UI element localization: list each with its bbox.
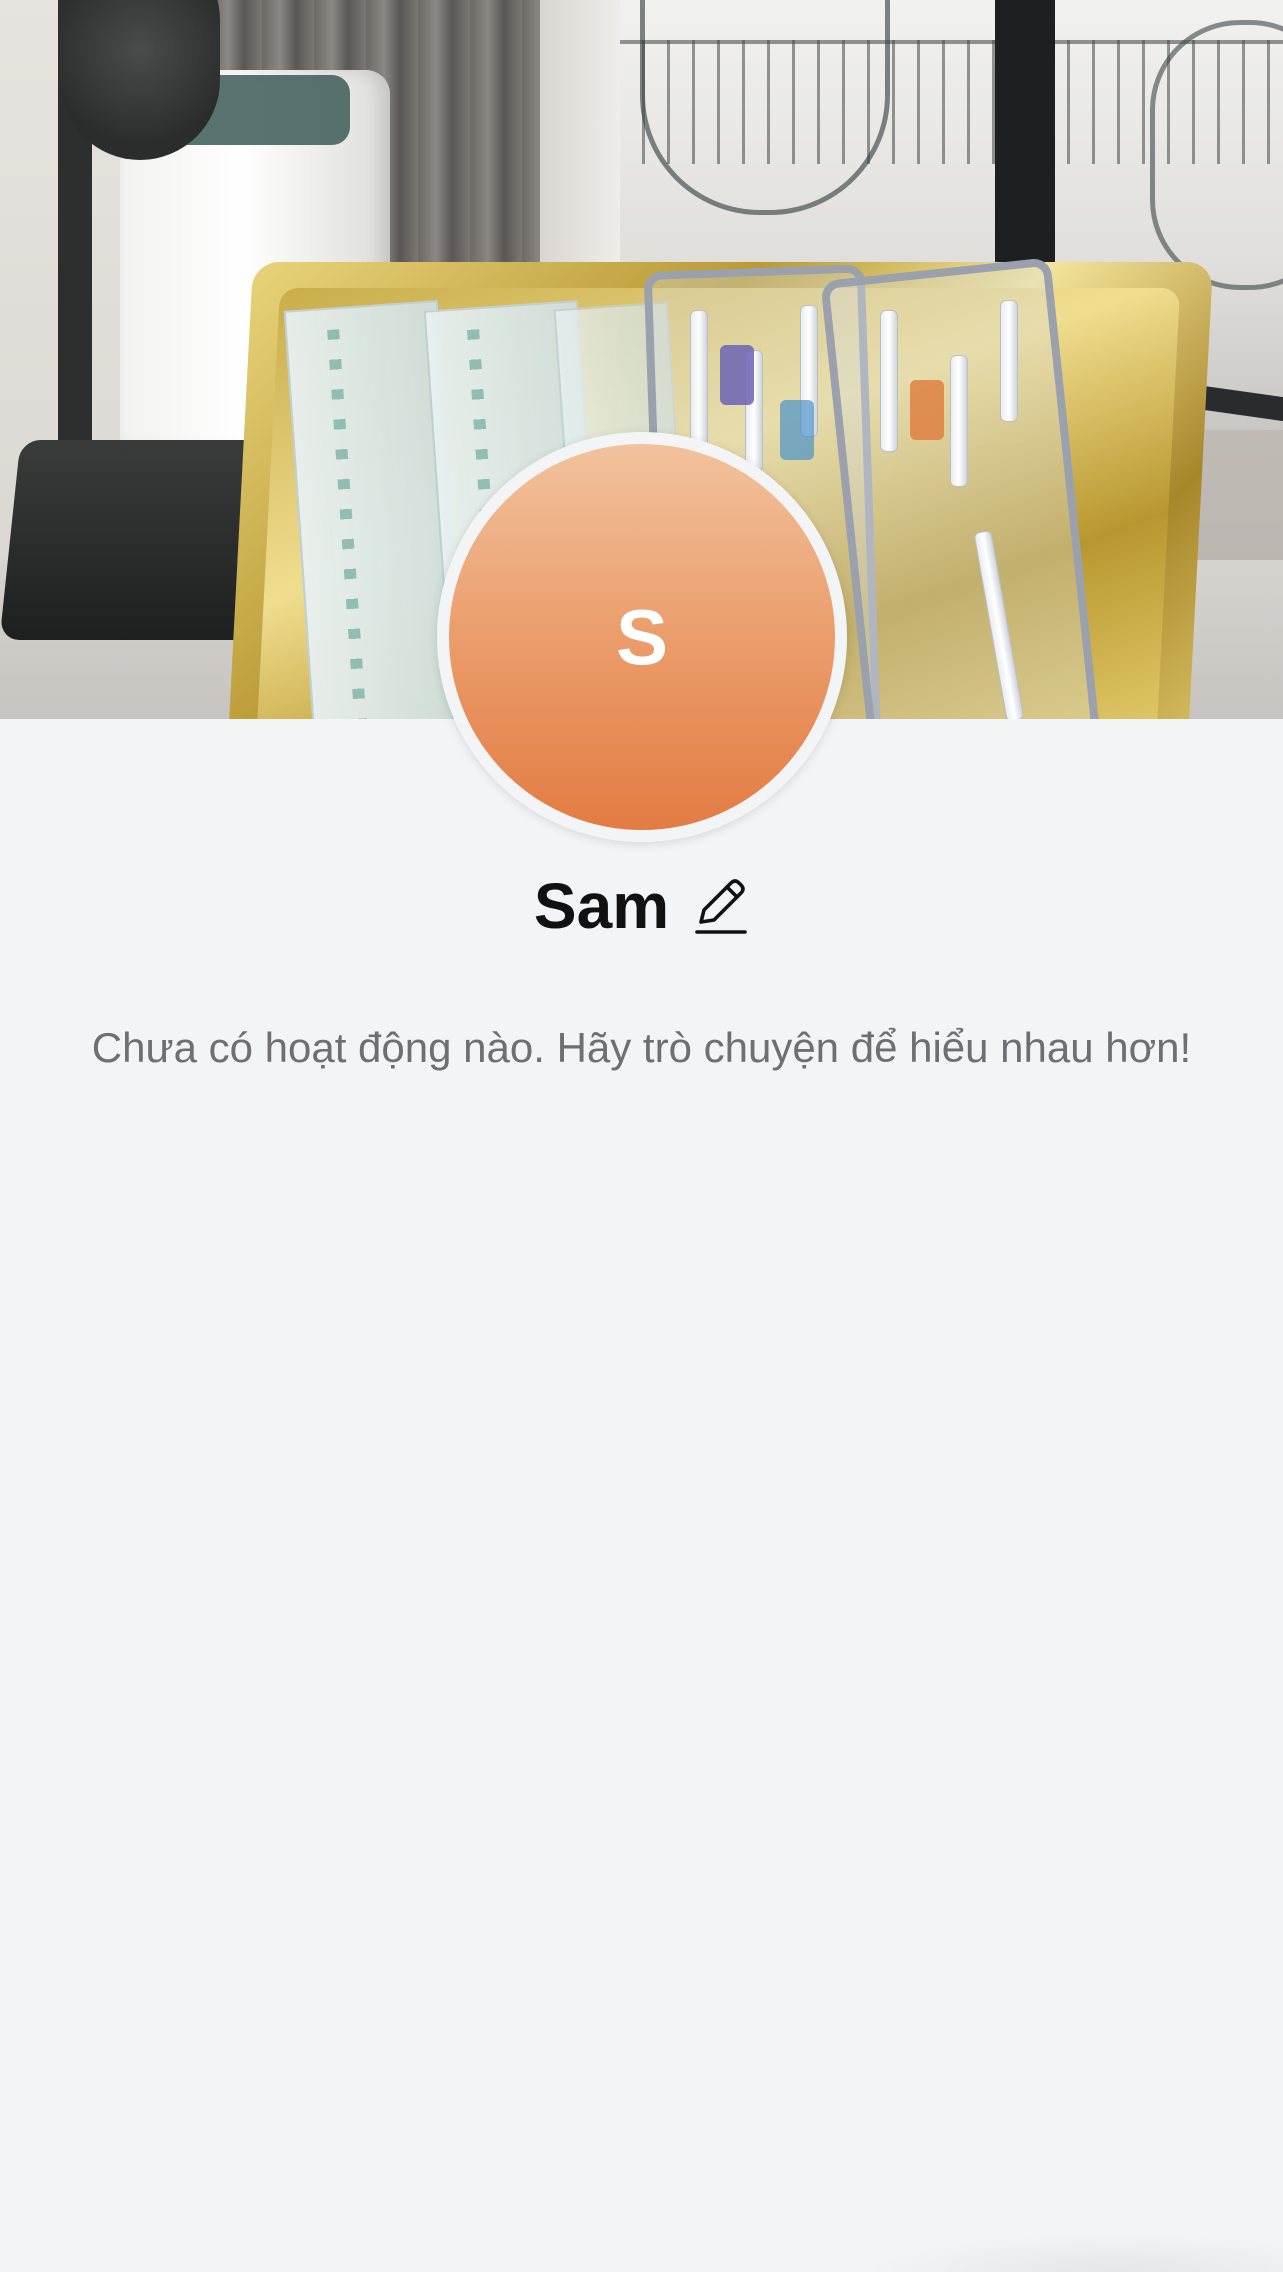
cover-syringe: [1000, 300, 1018, 422]
home-indicator-shade: [863, 2232, 1283, 2272]
profile-name: Sam: [533, 870, 670, 942]
edit-name-button[interactable]: [693, 874, 749, 938]
cover-label: [720, 345, 754, 405]
cover-syringe: [880, 310, 898, 452]
avatar-initial: S: [615, 593, 669, 681]
cover-label: [910, 380, 944, 440]
cover-fan-head: [60, 0, 220, 160]
avatar[interactable]: S: [437, 432, 847, 842]
cover-label: [780, 400, 814, 460]
cover-chair-2: [1150, 20, 1283, 290]
cover-pack-stripe: [327, 329, 369, 719]
cover-curtain-light: [540, 0, 630, 300]
profile-name-row: Sam: [0, 866, 1283, 946]
empty-activity-message: Chưa có hoạt động nào. Hãy trò chuyện để…: [91, 1024, 1192, 1071]
cover-syringe: [690, 310, 708, 452]
pencil-icon: [695, 879, 747, 934]
cover-syringe: [950, 355, 968, 487]
